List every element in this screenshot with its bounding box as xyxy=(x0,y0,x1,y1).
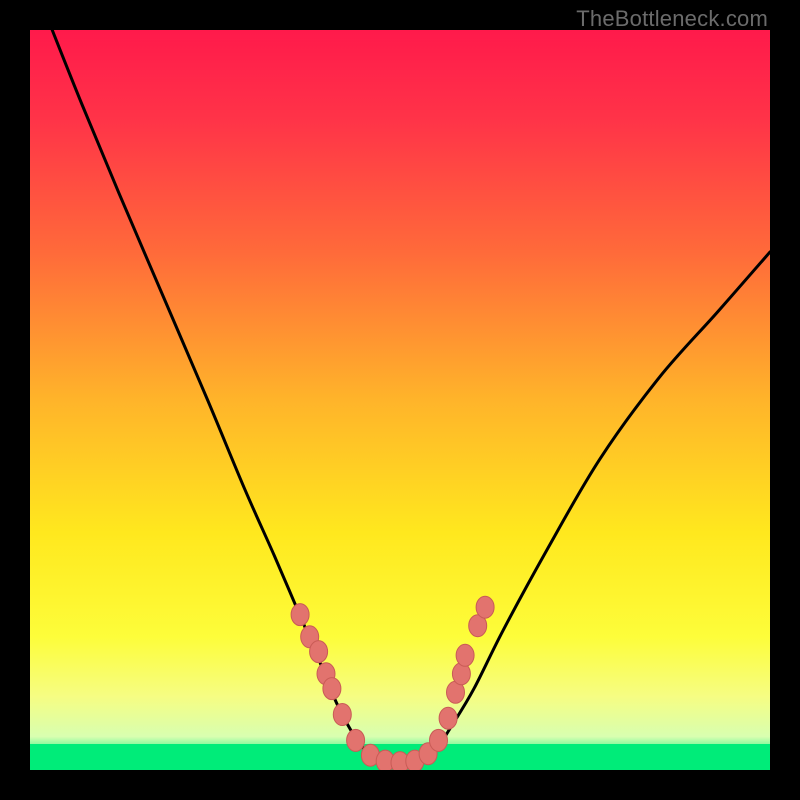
benchmark-point xyxy=(347,729,365,751)
chart-svg xyxy=(30,30,770,770)
plot-area xyxy=(30,30,770,770)
watermark-text: TheBottleneck.com xyxy=(576,6,768,32)
benchmark-point xyxy=(291,604,309,626)
benchmark-point xyxy=(333,704,351,726)
chart-frame: TheBottleneck.com xyxy=(0,0,800,800)
benchmark-point xyxy=(456,644,474,666)
benchmark-point xyxy=(310,641,328,663)
bottleneck-curve xyxy=(52,30,770,763)
benchmark-point xyxy=(323,678,341,700)
benchmark-point xyxy=(439,707,457,729)
benchmark-point xyxy=(476,596,494,618)
marker-group xyxy=(291,596,494,770)
benchmark-point xyxy=(430,729,448,751)
